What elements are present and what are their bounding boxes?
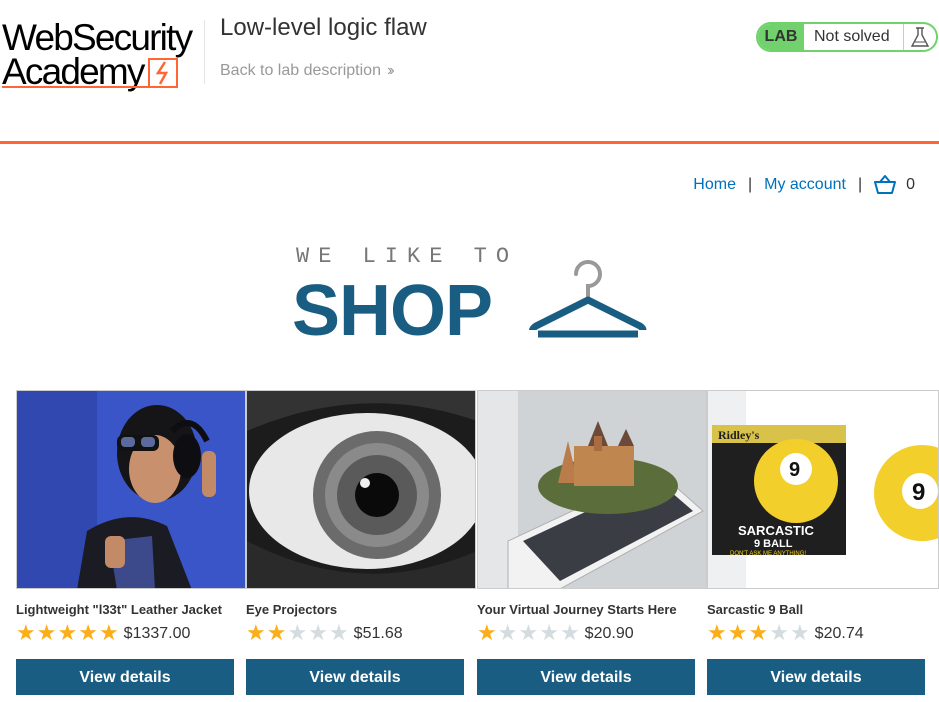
ball-number: 9 (789, 459, 800, 481)
lab-status-text: Not solved (814, 28, 890, 45)
product-image[interactable] (246, 390, 476, 589)
header-accent-rule (0, 141, 939, 144)
star-icon: ★ (308, 621, 328, 646)
web-security-academy-logo[interactable]: WebSecurity Academy (2, 18, 202, 92)
star-icon: ★ (497, 621, 518, 646)
header-divider (204, 20, 205, 84)
lightning-bolt-icon (148, 58, 178, 88)
star-icon: ★ (16, 621, 36, 646)
nav-separator: | (857, 176, 863, 193)
view-details-button[interactable]: View details (477, 659, 695, 695)
star-icon: ★ (707, 621, 727, 646)
ball-subtitle: 9 BALL (754, 538, 793, 550)
double-chevron-right-icon: ›› (386, 62, 394, 79)
top-navigation: Home | My account | 0 (693, 174, 915, 196)
star-icon: ★ (559, 621, 580, 646)
star-icon: ★ (57, 621, 78, 646)
eye-projectors-image (247, 391, 475, 588)
sarcastic-9-ball-image: Ridley's 9 SARCASTIC 9 BALL DON'T ASK ME… (708, 391, 938, 588)
product-name: Eye Projectors (246, 602, 338, 617)
star-icon: ★ (287, 621, 308, 646)
product-image[interactable] (16, 390, 246, 589)
view-details-button[interactable]: View details (16, 659, 234, 695)
lab-title: Low-level logic flaw (220, 14, 427, 41)
product-name: Sarcastic 9 Ball (707, 602, 804, 617)
ball-tagline: DON'T ASK ME ANYTHING! (730, 551, 806, 557)
cart-count: 0 (906, 176, 915, 193)
ball-brand: Ridley's (718, 428, 760, 442)
site-header: WebSecurity Academy Low-level logic flaw… (0, 0, 939, 141)
star-icon: ★ (789, 621, 810, 646)
banner-tagline: WE LIKE TO (296, 244, 519, 269)
star-icon: ★ (748, 621, 769, 646)
flask-icon (903, 24, 930, 50)
product-name: Lightweight "l33t" Leather Jacket (16, 602, 222, 617)
star-icon: ★ (328, 621, 349, 646)
banner-title: SHOP (292, 271, 493, 351)
view-details-button[interactable]: View details (707, 659, 925, 695)
star-icon: ★ (477, 621, 497, 646)
star-icon: ★ (98, 621, 119, 646)
shopping-basket-icon[interactable] (874, 175, 897, 195)
lab-status-widget: LAB Not solved (756, 22, 938, 52)
product-price: $1337.00 (123, 625, 191, 642)
product-price: $51.68 (353, 625, 403, 642)
star-icon: ★ (518, 621, 539, 646)
product-grid: Lightweight "l33t" Leather Jacket ★ ★ ★ ★ ★ … (0, 390, 939, 702)
product-rating: ★ ★ ★ ★ ★ $20.90 (477, 623, 634, 645)
star-icon: ★ (78, 621, 98, 646)
star-icon: ★ (266, 621, 287, 646)
star-icon: ★ (727, 621, 748, 646)
star-icon: ★ (539, 621, 559, 646)
product-rating: ★ ★ ★ ★ ★ $51.68 (246, 623, 403, 645)
product-name: Your Virtual Journey Starts Here (477, 602, 677, 617)
ball-title: SARCASTIC (738, 523, 814, 538)
leather-jacket-image (17, 391, 245, 588)
lab-badge: LAB (758, 24, 804, 50)
star-icon: ★ (769, 621, 789, 646)
product-price: $20.90 (584, 625, 634, 642)
product-rating: ★ ★ ★ ★ ★ $20.74 (707, 623, 864, 645)
back-link-label: Back to lab description (220, 62, 381, 79)
product-price: $20.74 (814, 625, 864, 642)
logo-underline (2, 86, 150, 88)
product-image[interactable]: Ridley's 9 SARCASTIC 9 BALL DON'T ASK ME… (707, 390, 939, 589)
star-icon: ★ (246, 621, 266, 646)
star-icon: ★ (36, 621, 57, 646)
product-image[interactable] (477, 390, 707, 589)
back-to-lab-description-link[interactable]: Back to lab description ›› (220, 62, 394, 80)
ball-number: 9 (912, 479, 925, 506)
nav-my-account-link[interactable]: My account (764, 176, 846, 194)
view-details-button[interactable]: View details (246, 659, 464, 695)
product-rating: ★ ★ ★ ★ ★ $1337.00 (16, 623, 190, 645)
virtual-journey-image (478, 391, 706, 588)
shop-banner: WE LIKE TO SHOP (292, 240, 652, 351)
nav-home-link[interactable]: Home (693, 176, 736, 194)
clothes-hanger-icon (528, 260, 648, 342)
nav-separator: | (747, 176, 753, 193)
